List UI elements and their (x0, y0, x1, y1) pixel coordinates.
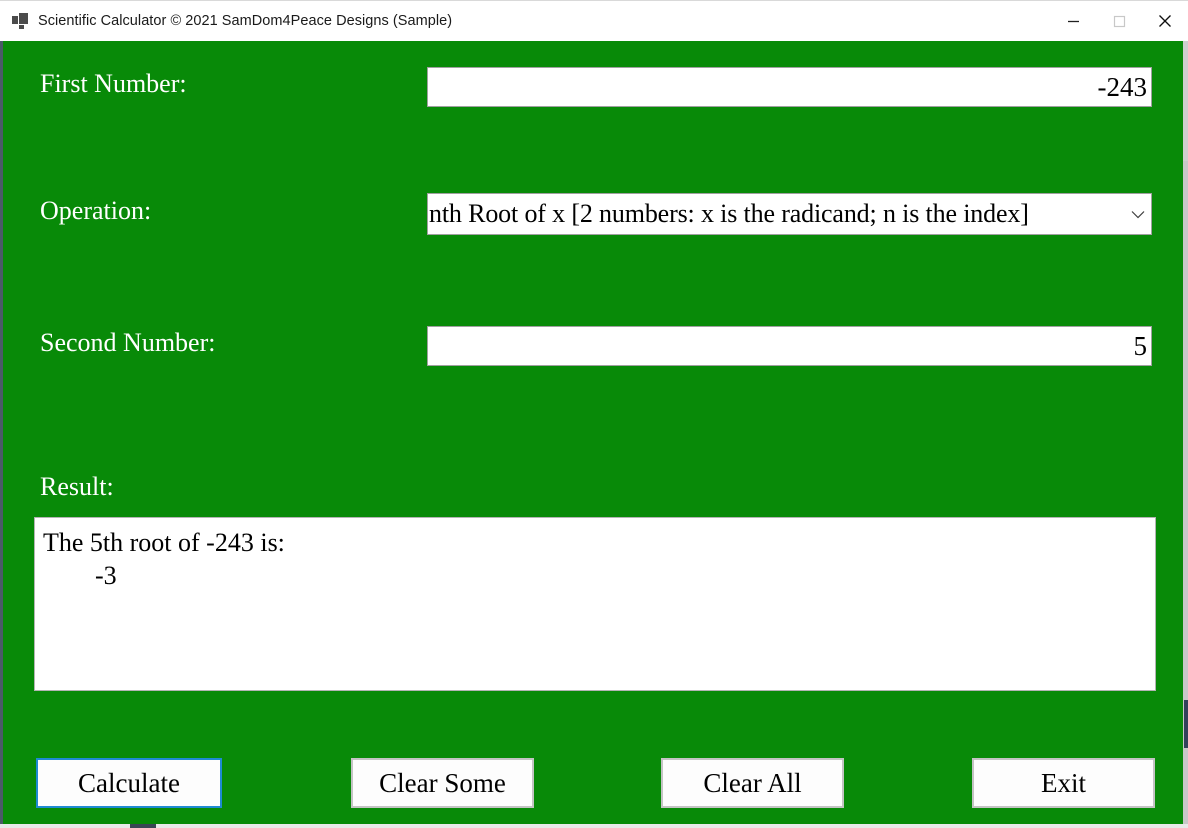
close-icon[interactable] (1142, 1, 1188, 41)
result-label: Result: (40, 472, 114, 501)
clear-all-button[interactable]: Clear All (661, 758, 844, 808)
second-number-label: Second Number: (40, 328, 216, 357)
desktop-strip (0, 824, 1188, 828)
calculator-window: Scientific Calculator © 2021 SamDom4Peac… (0, 0, 1188, 828)
exit-button[interactable]: Exit (972, 758, 1155, 808)
window-right-accent (1184, 700, 1188, 748)
result-line-1: The 5th root of -243 is: (43, 528, 285, 557)
maximize-icon[interactable] (1096, 1, 1142, 41)
first-number-label: First Number: (40, 69, 187, 98)
operation-selected-value: nth Root of x [2 numbers: x is the radic… (429, 199, 1029, 228)
window-right-edge (1183, 41, 1188, 161)
window-title: Scientific Calculator © 2021 SamDom4Peac… (38, 13, 453, 29)
operation-label: Operation: (40, 196, 152, 225)
window-controls (1050, 1, 1188, 41)
taskbar-indicator (130, 824, 156, 828)
clear-some-button[interactable]: Clear Some (351, 758, 534, 808)
result-line-3: -3 (43, 561, 117, 591)
app-squares-icon (12, 13, 28, 29)
title-bar: Scientific Calculator © 2021 SamDom4Peac… (0, 0, 1188, 41)
operation-dropdown[interactable]: nth Root of x [2 numbers: x is the radic… (427, 193, 1152, 235)
second-number-input[interactable]: 5 (427, 326, 1152, 366)
form-panel: First Number: -243 Operation: nth Root o… (0, 41, 1188, 828)
first-number-input[interactable]: -243 (427, 67, 1152, 107)
calculate-button[interactable]: Calculate (36, 758, 222, 808)
minimize-icon[interactable] (1050, 1, 1096, 41)
result-textarea[interactable]: The 5th root of -243 is: -3 (34, 517, 1156, 691)
chevron-down-icon[interactable] (1125, 210, 1151, 219)
